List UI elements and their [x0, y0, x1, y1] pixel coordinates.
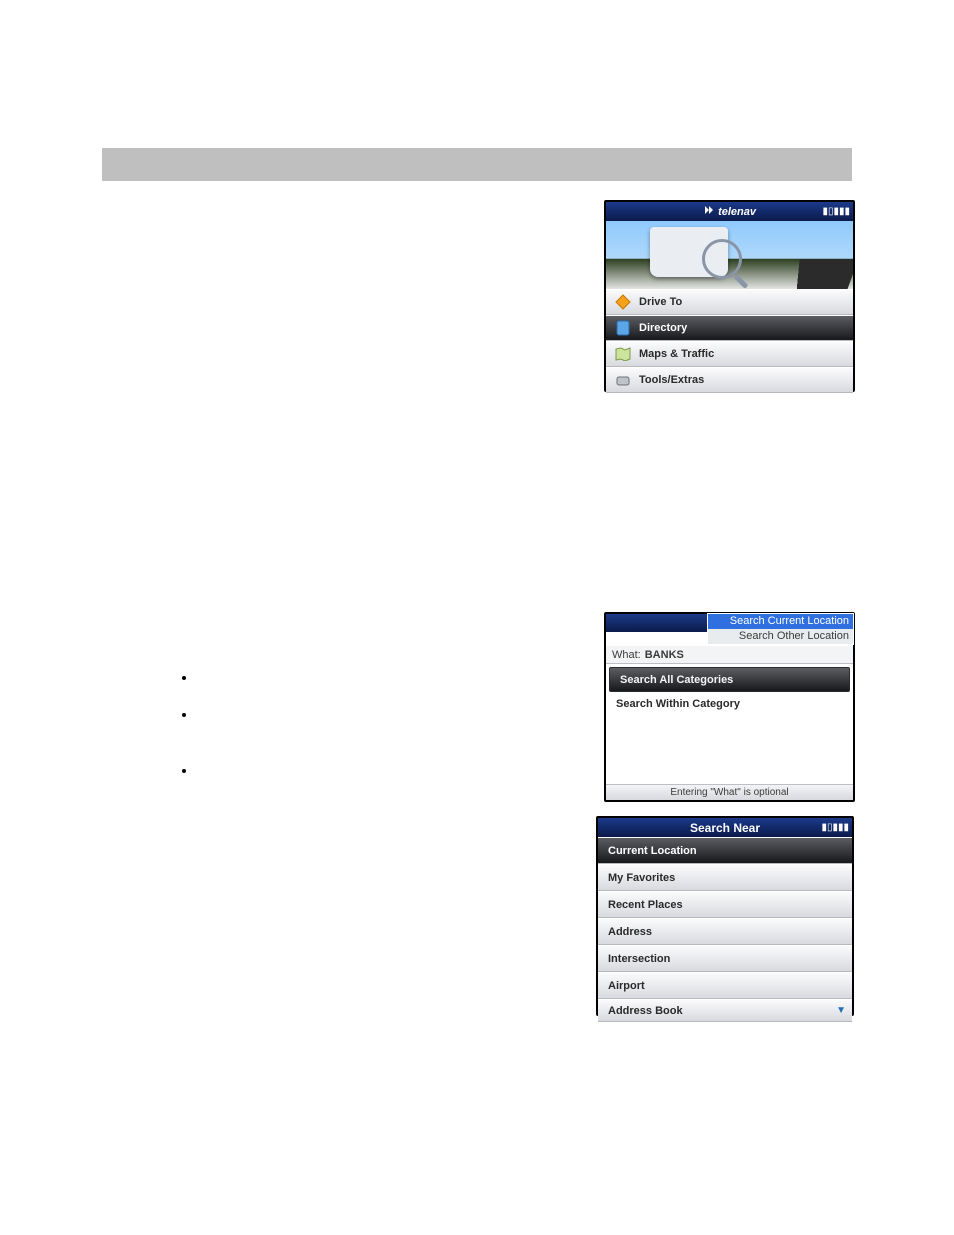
device-screenshot-main-menu: telenav ▮▯▮▮▮ Drive To Directory Maps & … [604, 200, 855, 392]
dropdown-option-other-location[interactable]: Search Other Location [708, 629, 853, 644]
menu-label: Maps & Traffic [639, 348, 714, 360]
magnifier-icon [702, 239, 742, 279]
dropdown-option-current-location[interactable]: Search Current Location [708, 614, 853, 629]
location-dropdown-overlay: Search Current Location Search Other Loc… [707, 613, 854, 645]
tools-icon [614, 371, 632, 389]
menu-item-maps-traffic[interactable]: Maps & Traffic [606, 341, 853, 367]
device-header: telenav ▮▯▮▮▮ [606, 202, 853, 221]
maps-icon [614, 345, 632, 363]
telenav-logo: telenav [703, 206, 756, 218]
what-label: What: [612, 649, 641, 661]
drive-to-icon [614, 293, 632, 311]
list-item-current-location[interactable]: Current Location [598, 837, 852, 864]
menu-item-directory[interactable]: Directory [606, 315, 853, 341]
signal-icon: ▮▯▮▮▮ [822, 206, 850, 217]
screen-title: Search Near [690, 821, 760, 835]
device-screenshot-search-categories: Search Current Location Search Other Loc… [604, 612, 855, 802]
menu-item-drive-to[interactable]: Drive To [606, 289, 853, 315]
device-screenshot-search-near: Search Near ▮▯▮▮▮ Current Location My Fa… [596, 816, 854, 1016]
bullet-1 [196, 670, 536, 684]
device-header: Search Current Location Search Other Loc… [606, 614, 853, 632]
menu-item-tools-extras[interactable]: Tools/Extras [606, 367, 853, 393]
directory-icon [614, 319, 632, 337]
list-item-address-book[interactable]: Address Book ▼ [598, 999, 852, 1022]
menu-label: Drive To [639, 296, 682, 308]
row-search-all-categories[interactable]: Search All Categories [609, 667, 850, 692]
bullet-2 [196, 707, 536, 721]
list-item-airport[interactable]: Airport [598, 972, 852, 999]
section-divider-bar [102, 148, 852, 181]
list-item-address[interactable]: Address [598, 918, 852, 945]
footer-hint: Entering "What" is optional [606, 784, 853, 800]
what-input[interactable] [643, 648, 847, 662]
signal-icon: ▮▯▮▮▮ [821, 822, 849, 833]
banner-image [606, 221, 853, 289]
main-menu-list: Drive To Directory Maps & Traffic Tools/… [606, 289, 853, 393]
row-search-within-category[interactable]: Search Within Category [606, 695, 853, 713]
chevron-down-icon: ▼ [836, 1005, 846, 1016]
device-header: Search Near ▮▯▮▮▮ [598, 818, 852, 837]
what-field-row: What: [606, 646, 853, 664]
menu-label: Directory [639, 322, 687, 334]
search-near-list: Current Location My Favorites Recent Pla… [598, 837, 852, 1022]
list-item-intersection[interactable]: Intersection [598, 945, 852, 972]
bullet-3 [196, 763, 536, 777]
list-item-recent-places[interactable]: Recent Places [598, 891, 852, 918]
list-item-my-favorites[interactable]: My Favorites [598, 864, 852, 891]
menu-label: Tools/Extras [639, 374, 704, 386]
